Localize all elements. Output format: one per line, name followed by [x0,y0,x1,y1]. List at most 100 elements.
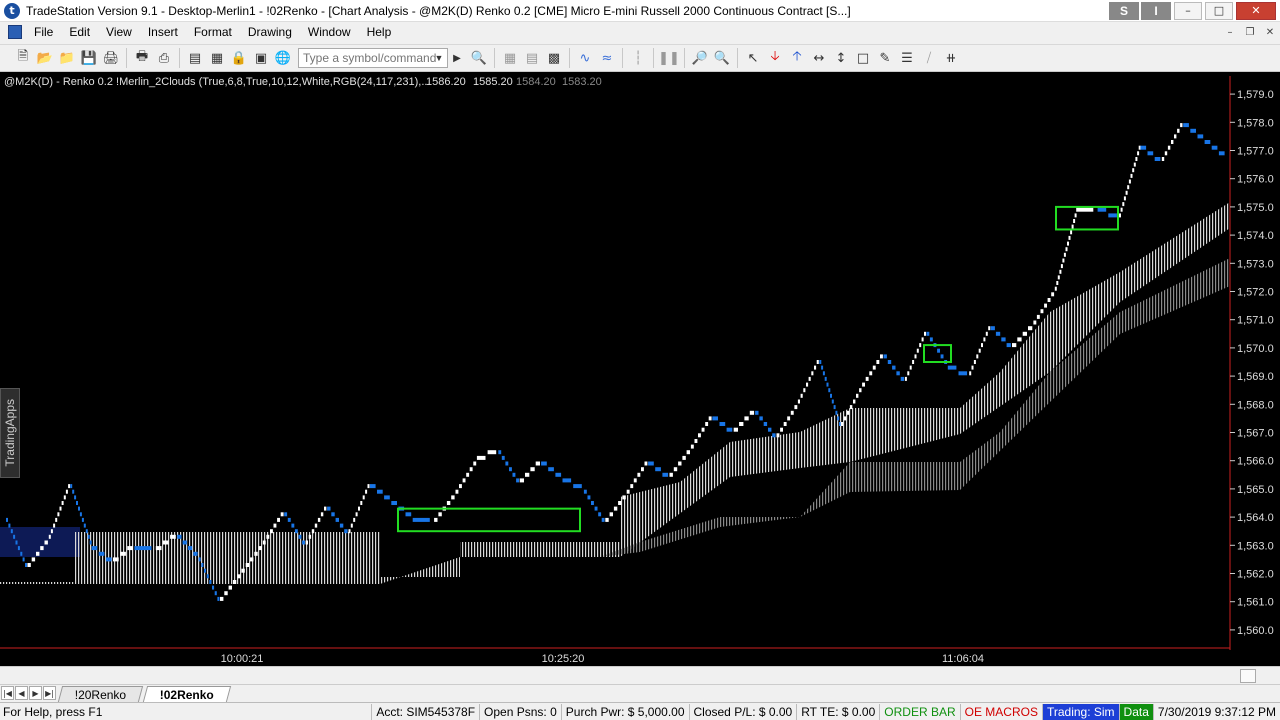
renko-brick [220,596,224,601]
renko-brick [344,529,348,534]
window-link-icon[interactable]: ▦ [206,47,228,69]
renko-brick [469,467,473,472]
menu-format[interactable]: Format [186,25,240,39]
zoom-in-icon[interactable]: 🔎 [689,47,711,69]
renko-brick [55,517,58,522]
table-icon[interactable]: ▤ [521,47,543,69]
order-bar-toggle[interactable]: ORDER BAR [879,703,959,720]
tab-20renko[interactable]: !20Renko [57,686,144,702]
oe-macros-toggle[interactable]: OE MACROS [959,703,1042,720]
menu-insert[interactable]: Insert [140,25,186,39]
renko-brick [85,529,88,534]
indicator-icon[interactable]: ∿ [574,47,596,69]
renko-chart[interactable]: 1,579.0 1,578.0 1,577.0 1,576.0 1,575.0 1,574… [0,72,1280,666]
renko-brick [1133,162,1136,167]
tab-02renko[interactable]: !02Renko [143,686,232,702]
renko-brick [13,534,16,539]
renko-brick [916,348,919,353]
scrollbar-thumb[interactable] [1240,669,1256,683]
symbol-lookup-icon[interactable]: 🔍 [468,47,490,69]
renko-brick [320,512,324,517]
renko-brick [924,331,926,336]
document-icon[interactable] [8,25,22,39]
symbol-input[interactable] [298,48,448,68]
minimize-button[interactable]: – [1174,1,1202,20]
data-status-badge[interactable]: Data [1118,703,1153,720]
account-field[interactable]: Acct: SIM545378F [371,703,479,720]
menu-file[interactable]: File [26,25,61,39]
save-icon[interactable]: 💾 [78,47,100,69]
menu-help[interactable]: Help [359,25,400,39]
play-icon[interactable]: ▶ [446,47,468,69]
tab-next-icon[interactable]: ▶ [29,686,42,700]
renko-brick [630,484,634,489]
maximize-button[interactable]: □ [1205,1,1233,20]
trendline-icon[interactable]: ⧸ [918,47,940,69]
new-icon[interactable]: 🗎 [12,47,34,69]
chart-horizontal-scrollbar[interactable] [0,666,1280,684]
highlight-box [923,344,952,363]
renko-brick [686,450,690,455]
mdi-restore-icon[interactable]: ❐ [1240,24,1260,40]
chart-header-value: 1585.20 [473,76,513,88]
lock-icon[interactable]: 🔒 [228,47,250,69]
desktop-icon[interactable]: ▣ [250,47,272,69]
menu-edit[interactable]: Edit [61,25,98,39]
globe-icon[interactable]: 🌐 [272,47,294,69]
i-badge[interactable]: I [1141,1,1171,20]
lines-icon[interactable]: ☰ [896,47,918,69]
horizontal-line-icon[interactable]: ↔ [808,47,830,69]
s-badge[interactable]: S [1109,1,1139,20]
printer-icon[interactable]: ⎙ [153,47,175,69]
open-icon[interactable]: 📂 [34,47,56,69]
renko-brick [476,455,486,460]
open-workspace-icon[interactable]: 📁 [56,47,78,69]
tab-first-icon[interactable]: |◀ [1,686,14,700]
tab-last-icon[interactable]: ▶| [43,686,56,700]
bar-chart-icon[interactable]: ┆ [627,47,649,69]
renko-brick [317,517,321,522]
renko-brick [840,422,844,426]
renko-brick [755,410,759,415]
strategy-icon[interactable]: ≈ [596,47,618,69]
chevron-down-icon[interactable]: ▼ [432,48,446,68]
window-icon[interactable]: ▤ [184,47,206,69]
pencil-icon[interactable]: ✎ [874,47,896,69]
channel-icon[interactable]: ⧺ [940,47,962,69]
renko-brick [921,337,924,342]
menu-view[interactable]: View [98,25,140,39]
format-icon[interactable]: ▩ [543,47,565,69]
tradingapps-side-tab[interactable]: TradingApps [0,388,20,478]
tradestation-app-icon[interactable]: t [4,2,20,19]
tab-prev-icon[interactable]: ◀ [15,686,28,700]
renko-brick [1068,235,1071,240]
menu-drawing[interactable]: Drawing [240,25,300,39]
vertical-line-icon[interactable]: ↕ [830,47,852,69]
renko-brick [973,360,976,364]
pause-icon[interactable]: ❚❚ [658,47,680,69]
renko-brick [780,427,783,432]
chart-area[interactable]: 1,579.0 1,578.0 1,577.0 1,576.0 1,575.0 1,574… [0,72,1280,666]
renko-brick [591,501,594,505]
mdi-minimize-icon[interactable]: – [1220,24,1240,40]
buy-arrow-icon[interactable]: 🡡 [786,47,808,69]
renko-brick [896,371,900,376]
sell-arrow-icon[interactable]: 🡣 [764,47,786,69]
renko-brick [1076,207,1094,212]
zoom-out-icon[interactable]: 🔍 [711,47,733,69]
print-icon[interactable]: 🖶 [131,47,153,69]
data-window-icon[interactable]: ▦ [499,47,521,69]
mdi-close-icon[interactable]: ✕ [1260,24,1280,40]
renko-brick [98,551,105,556]
menu-window[interactable]: Window [300,25,359,39]
renko-brick [1070,230,1073,235]
renko-brick [837,416,840,421]
trading-mode-badge[interactable]: Trading: Sim [1041,703,1119,720]
print-preview-icon[interactable]: 🖨 [100,47,122,69]
close-button[interactable]: ✕ [1236,1,1276,20]
renko-brick [1174,134,1177,139]
pointer-icon[interactable]: ↖ [742,47,764,69]
renko-brick [36,551,40,556]
rectangle-icon[interactable]: □ [852,47,874,69]
price-tick-label: 1,568.0 [1237,399,1274,411]
